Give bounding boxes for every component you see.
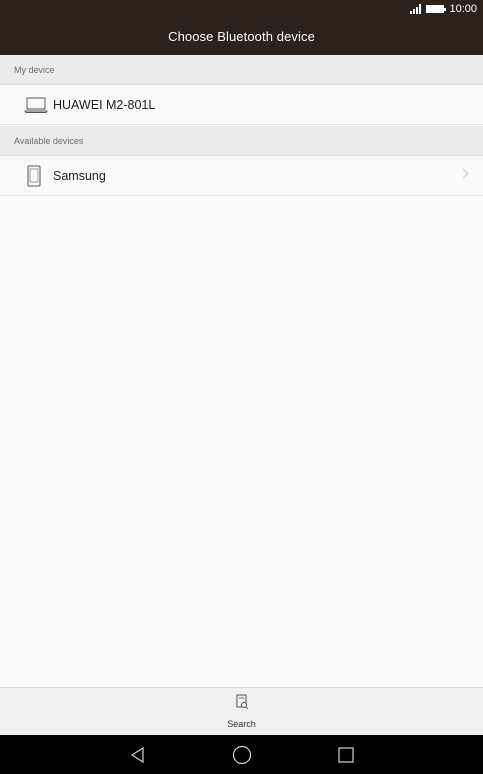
section-header-my-device: My device [0, 55, 483, 85]
phone-icon [20, 165, 48, 187]
laptop-icon [22, 96, 50, 114]
section-label: My device [14, 64, 55, 75]
search-label: Search [227, 719, 256, 729]
search-device-icon [235, 694, 249, 715]
search-button[interactable]: Search [227, 694, 256, 729]
battery-icon [426, 5, 447, 13]
bottom-action-bar: Search [0, 687, 483, 735]
title-bar: Choose Bluetooth device [0, 18, 483, 55]
my-device-row: HUAWEI M2-801L [0, 85, 483, 125]
home-button[interactable] [190, 735, 294, 774]
status-time: 10:00 [449, 3, 477, 15]
recents-button[interactable] [294, 735, 398, 774]
back-button[interactable] [86, 735, 190, 774]
my-device-name: HUAWEI M2-801L [53, 97, 156, 112]
home-icon [232, 745, 251, 764]
page-title: Choose Bluetooth device [168, 29, 315, 44]
signal-icon [410, 4, 422, 14]
section-label: Available devices [14, 135, 84, 146]
status-bar: 10:00 [0, 0, 483, 18]
section-header-available-devices: Available devices [0, 126, 483, 156]
device-name: Samsung [53, 168, 106, 183]
chevron-right-icon [458, 168, 469, 179]
navigation-bar [0, 735, 483, 774]
recents-icon [337, 746, 354, 763]
back-icon [130, 746, 144, 763]
device-row-samsung[interactable]: Samsung [0, 156, 483, 196]
